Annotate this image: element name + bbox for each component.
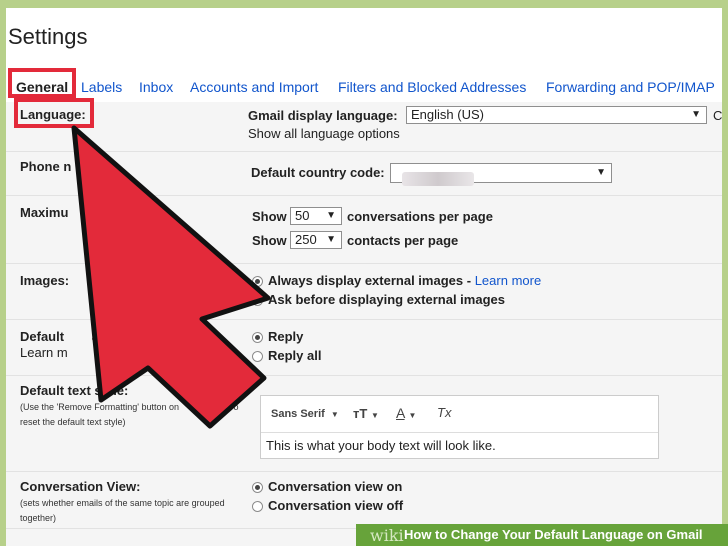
wikihow-caption-bar: wiki How to Change Your Default Language… xyxy=(356,524,728,546)
caption-text: How to Change Your Default Language on G… xyxy=(404,527,703,542)
annotation-arrow-icon xyxy=(71,125,271,429)
settings-window: Settings General Labels Inbox Accounts a… xyxy=(0,0,728,546)
wiki-logo: wiki xyxy=(370,526,404,545)
